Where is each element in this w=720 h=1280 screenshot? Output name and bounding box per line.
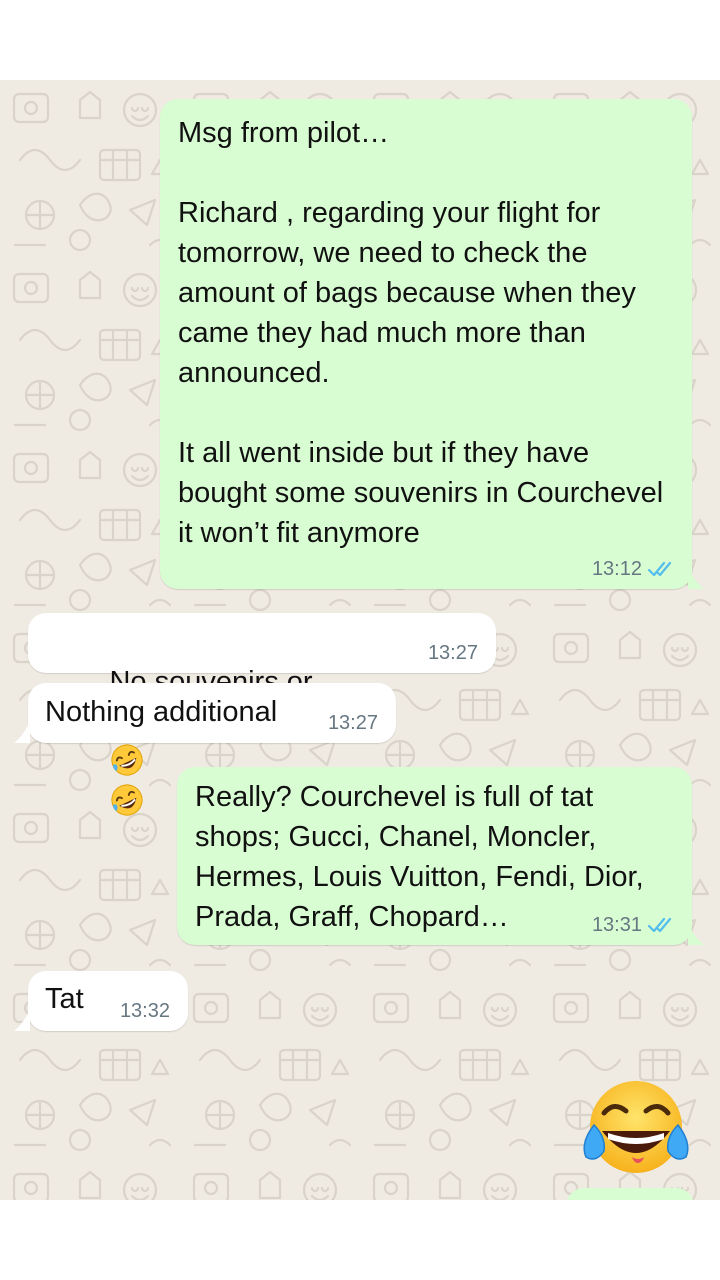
message-time: 13:27 xyxy=(427,642,478,664)
bubble-tail xyxy=(14,721,30,743)
face-with-tears-of-joy-icon[interactable] xyxy=(582,1075,690,1183)
message-time: 13:32 xyxy=(119,1000,170,1022)
chat-area[interactable]: Msg from pilot… Richard , regarding your… xyxy=(0,80,720,1200)
bubble-tail xyxy=(688,567,704,589)
message-meta: 13:27 xyxy=(328,711,378,735)
outgoing-message-bubble[interactable]: Really? Courchevel is full of tat shops;… xyxy=(177,767,692,945)
message-meta: 13:31 xyxy=(592,913,676,937)
message-meta: 13:12 xyxy=(592,557,676,581)
read-receipt-icon xyxy=(648,916,676,934)
message-text: Nothing additional xyxy=(45,696,278,728)
message-text: Msg from pilot… Richard , regarding your… xyxy=(178,117,664,549)
rolling-on-floor-laughing-icon xyxy=(111,744,144,776)
message-time: 13:12 xyxy=(591,558,642,580)
incoming-message-bubble[interactable]: Nothing additional 13:27 xyxy=(28,683,396,743)
screen: Msg from pilot… Richard , regarding your… xyxy=(0,0,720,1280)
incoming-message-bubble[interactable]: No souvenirs or tat xyxy=(28,613,496,816)
bubble-tail xyxy=(14,1009,30,1031)
message-time: 13:27 xyxy=(327,712,378,734)
incoming-message-bubble[interactable]: Tat 13:32 xyxy=(28,971,188,1031)
message-text: Tat xyxy=(45,983,84,1015)
bubble-tail xyxy=(688,923,704,945)
message-meta: 13:27 xyxy=(428,641,478,665)
rolling-on-floor-laughing-icon xyxy=(111,784,144,816)
message-meta: 13:32 xyxy=(120,999,170,1023)
read-receipt-icon xyxy=(648,560,676,578)
outgoing-message-bubble-partial xyxy=(566,1188,694,1200)
message-time: 13:31 xyxy=(591,914,642,936)
outgoing-message-bubble[interactable]: Msg from pilot… Richard , regarding your… xyxy=(160,99,692,589)
